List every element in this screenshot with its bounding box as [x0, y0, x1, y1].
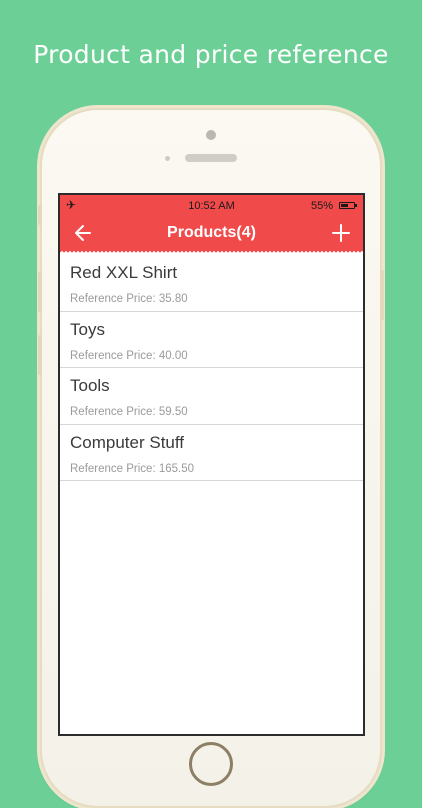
- product-price: Reference Price: 40.00: [70, 349, 188, 362]
- product-name: Toys: [70, 319, 105, 339]
- product-price: Reference Price: 59.50: [70, 406, 188, 418]
- promo-headline: Product and price reference: [33, 40, 389, 69]
- volume-down-button: [38, 335, 42, 375]
- power-button: [380, 270, 384, 320]
- list-item[interactable]: Computer Stuff Reference Price: 165.50: [60, 425, 363, 481]
- battery-icon: [339, 202, 357, 209]
- list-item[interactable]: Red XXL Shirt Reference Price: 35.80: [60, 255, 363, 312]
- earpiece-speaker: [185, 154, 237, 162]
- list-item[interactable]: Tools Reference Price: 59.50: [60, 368, 363, 425]
- product-price: Reference Price: 35.80: [70, 293, 188, 305]
- battery-percentage: 55%: [310, 200, 333, 212]
- product-name: Red XXL Shirt: [70, 263, 178, 282]
- mute-switch: [38, 205, 42, 225]
- app-screen: ✈ 10:52 AM 55% Products(4) Red XXL Shirt…: [58, 193, 365, 736]
- product-name: Computer Stuff: [70, 432, 185, 452]
- volume-up-button: [38, 272, 42, 312]
- navigation-bar: Products(4): [60, 217, 363, 251]
- front-camera: [206, 130, 216, 140]
- product-name: Tools: [70, 376, 110, 395]
- list-item[interactable]: Toys Reference Price: 40.00: [60, 312, 363, 368]
- status-bar: ✈ 10:52 AM 55%: [60, 195, 363, 217]
- nav-divider: [60, 250, 363, 254]
- proximity-sensor: [165, 156, 170, 161]
- product-price: Reference Price: 165.50: [70, 462, 195, 475]
- page-title: Products(4): [167, 224, 256, 241]
- home-button[interactable]: [189, 742, 233, 786]
- product-list: Red XXL Shirt Reference Price: 35.80 Toy…: [60, 255, 363, 481]
- plus-icon[interactable]: [331, 223, 351, 248]
